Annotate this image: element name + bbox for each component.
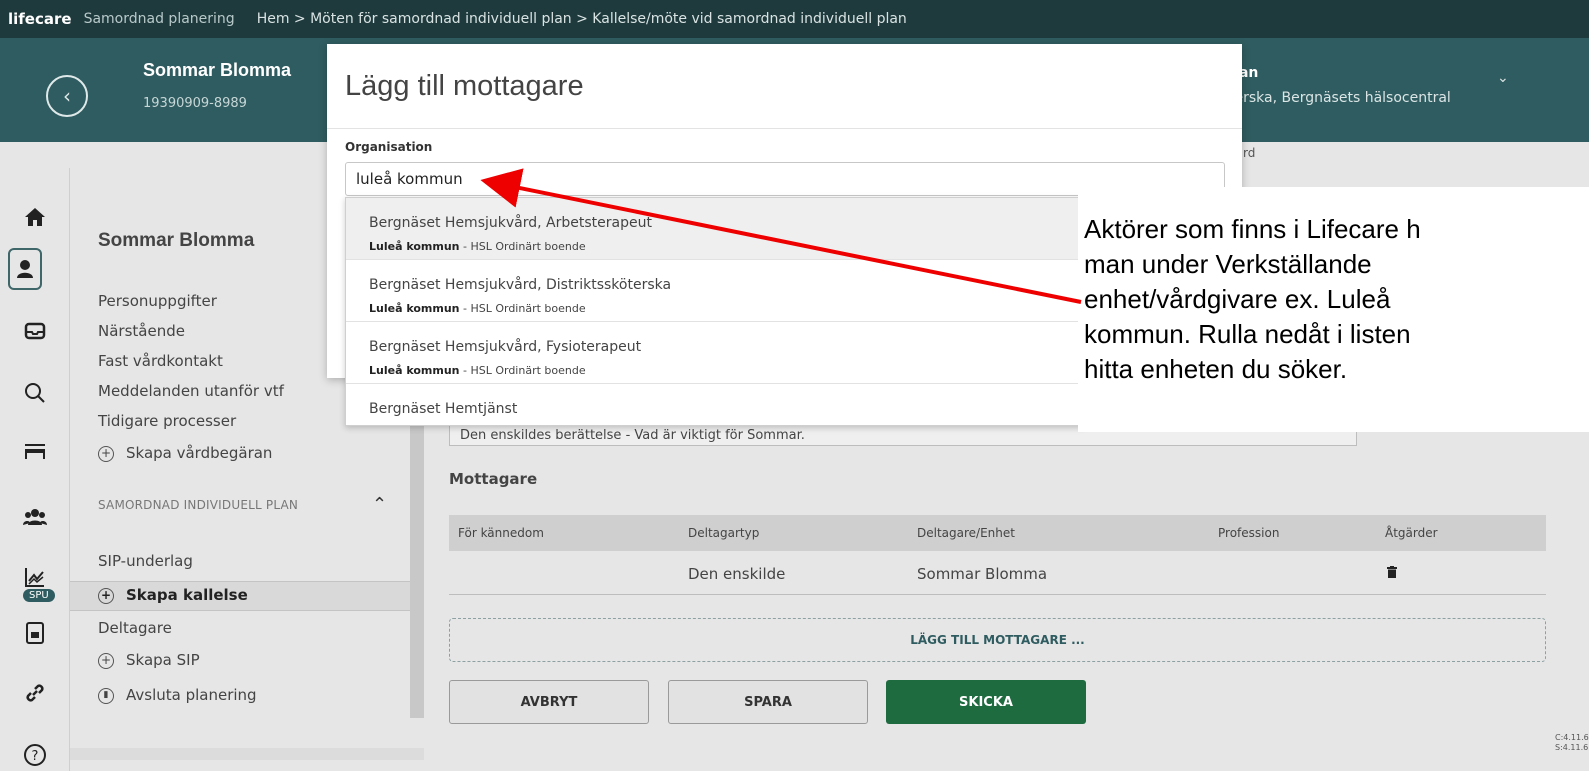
nav-item-personal-info[interactable]: Personuppgifter — [98, 292, 217, 310]
nav-item-create-summons[interactable]: + Skapa kallelse — [98, 586, 248, 604]
organisation-dropdown: Bergnäset Hemsjukvård, Arbetsterapeut Lu… — [345, 197, 1085, 426]
patient-name: Sommar Blomma — [143, 60, 292, 80]
annotation-callout: Aktörer som finns i Lifecare h man under… — [1078, 187, 1589, 432]
nav-item-create-sip[interactable]: + Skapa SIP — [98, 651, 200, 669]
back-button[interactable]: ‹ — [46, 75, 88, 117]
link-icon[interactable] — [20, 678, 50, 708]
chevron-down-icon[interactable]: ⌄ — [1497, 70, 1509, 86]
patient-icon[interactable] — [8, 248, 42, 290]
nav-item-previous-processes[interactable]: Tidigare processer — [98, 412, 236, 430]
bed-icon[interactable] — [20, 436, 50, 466]
list-item[interactable]: Bergnäset Hemsjukvård, Fysioterapeut Lul… — [346, 322, 1084, 384]
col-profession: Profession — [1218, 526, 1280, 540]
nav-item-end-planning[interactable]: ▮ Avsluta planering — [98, 686, 257, 704]
plus-icon: + — [98, 445, 114, 462]
recipients-table-header: För kännedom Deltagartyp Deltagare/Enhet… — [449, 515, 1546, 551]
chevron-up-icon[interactable]: ⌃ — [372, 494, 387, 515]
add-recipient-button[interactable]: LÄGG TILL MOTTAGARE ... — [449, 618, 1546, 662]
list-item[interactable]: Bergnäset Hemtjänst — [346, 384, 1084, 425]
inbox-icon[interactable] — [20, 316, 50, 346]
modal-divider — [327, 128, 1242, 129]
brand-logo[interactable]: lifecare — [8, 10, 72, 28]
group-icon[interactable] — [20, 502, 50, 532]
stop-icon: ▮ — [98, 687, 114, 704]
table-row: Den enskilde Sommar Blomma — [449, 551, 1546, 595]
home-icon[interactable] — [20, 202, 50, 232]
col-actions: Åtgärder — [1385, 526, 1438, 540]
subheader-fragment: rd — [1243, 146, 1256, 160]
user-role: terska, Bergnäsets hälsocentral — [1229, 90, 1451, 106]
organisation-label: Organisation — [345, 140, 433, 154]
cancel-button[interactable]: AVBRYT — [449, 680, 649, 724]
svg-text:?: ? — [32, 749, 39, 764]
list-item[interactable]: Bergnäset Hemsjukvård, Arbetsterapeut Lu… — [346, 198, 1084, 260]
plus-icon: + — [98, 652, 114, 669]
cell-participant: Sommar Blomma — [917, 565, 1048, 583]
breadcrumb[interactable]: Hem > Möten för samordnad individuell pl… — [257, 11, 907, 27]
top-bar: lifecare Samordnad planering Hem > Möten… — [0, 0, 1589, 38]
icon-rail: ? SPU — [0, 168, 70, 771]
col-participant-unit: Deltagare/Enhet — [917, 526, 1015, 540]
nav-item-sip-basis[interactable]: SIP-underlag — [98, 552, 193, 570]
document-icon[interactable] — [20, 618, 50, 648]
cell-participant-type: Den enskilde — [688, 565, 786, 583]
list-item[interactable]: Bergnäset Hemsjukvård, Distriktsskötersk… — [346, 260, 1084, 322]
save-button[interactable]: SPARA — [668, 680, 868, 724]
nav-item-create-care-request[interactable]: + Skapa vårdbegäran — [98, 444, 272, 462]
col-fyi: För kännedom — [458, 526, 544, 540]
nav-item-care-contact[interactable]: Fast vårdkontakt — [98, 352, 223, 370]
recipients-heading: Mottagare — [449, 470, 538, 488]
app-name[interactable]: Samordnad planering — [84, 11, 235, 27]
nav-item-relatives[interactable]: Närstående — [98, 322, 185, 340]
search-icon[interactable] — [20, 378, 50, 408]
patient-personal-number: 19390909-8989 — [143, 96, 247, 111]
nav-item-participants[interactable]: Deltagare — [98, 619, 172, 637]
chart-icon[interactable] — [20, 562, 50, 592]
spu-badge: SPU — [23, 589, 55, 602]
version-info: C:4.11.6 S:4.11.6 — [1555, 733, 1589, 752]
modal-title: Lägg till mottagare — [345, 70, 584, 102]
send-button[interactable]: SKICKA — [886, 680, 1086, 724]
chevron-left-icon: ‹ — [63, 84, 71, 108]
col-participant-type: Deltagartyp — [688, 526, 760, 540]
nav-item-messages[interactable]: Meddelanden utanför vtf — [98, 382, 284, 400]
nav-patient-title: Sommar Blomma — [98, 230, 255, 251]
plus-icon: + — [98, 587, 114, 604]
trash-icon[interactable] — [1387, 564, 1397, 582]
nav-horizontal-scrollbar[interactable] — [70, 748, 424, 760]
help-icon[interactable]: ? — [20, 740, 50, 770]
nav-section-sip: SAMORDNAD INDIVIDUELL PLAN — [98, 498, 299, 512]
